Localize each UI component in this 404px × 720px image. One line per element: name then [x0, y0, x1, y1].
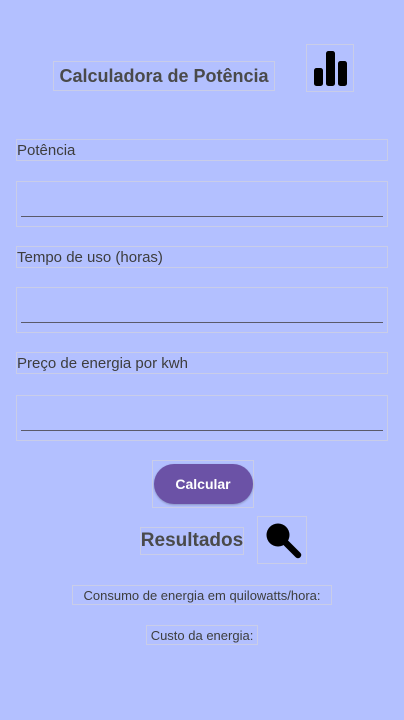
time-label: Tempo de uso (horas) [16, 246, 388, 268]
results-title: Resultados [140, 527, 244, 555]
price-input[interactable] [16, 395, 388, 441]
cost-result: Custo da energia: [146, 625, 258, 645]
calculate-button[interactable]: Calcular [153, 464, 253, 504]
power-input[interactable] [16, 181, 388, 227]
bar-chart-icon[interactable] [306, 44, 354, 92]
search-icon[interactable] [257, 516, 307, 564]
calculate-button-container: Calcular [152, 460, 254, 508]
price-input-underline [21, 430, 383, 431]
price-label: Preço de energia por kwh [16, 352, 388, 374]
power-input-underline [21, 216, 383, 217]
time-input[interactable] [16, 287, 388, 333]
time-input-underline [21, 322, 383, 323]
consumption-result: Consumo de energia em quilowatts/hora: [72, 585, 332, 605]
page-title: Calculadora de Potência [53, 61, 275, 91]
power-label: Potência [16, 139, 388, 161]
